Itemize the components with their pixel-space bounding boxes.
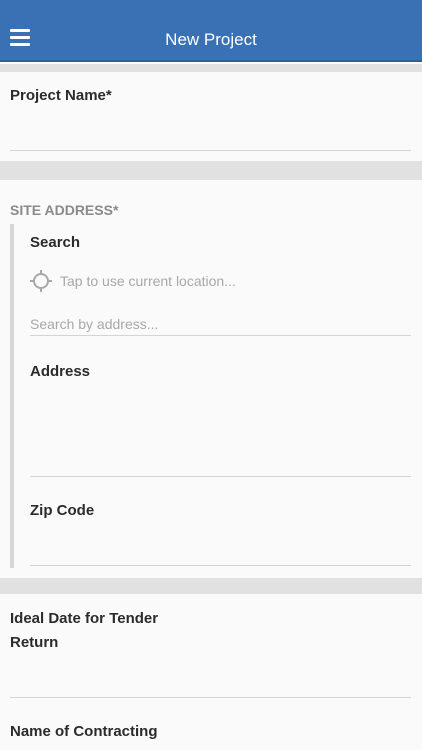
crosshair-location-icon <box>30 270 52 292</box>
site-address-section-label: SITE ADDRESS* <box>10 202 119 218</box>
zip-code-label: Zip Code <box>30 502 95 519</box>
ideal-date-label-line1: Ideal Date for Tender <box>10 610 159 627</box>
page-title: New Project <box>165 30 257 49</box>
ideal-date-input[interactable] <box>10 666 410 692</box>
address-label: Address <box>30 363 91 380</box>
project-name-underline <box>10 150 411 151</box>
ideal-date-underline <box>10 697 411 698</box>
ideal-date-label-line2: Return <box>10 634 59 651</box>
zip-code-input[interactable] <box>30 536 410 562</box>
project-name-label: Project Name* <box>10 87 112 104</box>
use-current-location-text: Tap to use current location... <box>60 273 236 289</box>
contracting-name-label: Name of Contracting <box>10 723 158 740</box>
address-underline <box>30 476 411 477</box>
section-divider <box>0 161 422 180</box>
section-divider <box>0 578 422 594</box>
address-search-input[interactable] <box>30 314 410 334</box>
search-label: Search <box>30 234 81 251</box>
use-current-location-button[interactable]: Tap to use current location... <box>30 268 390 294</box>
zip-code-underline <box>30 565 411 566</box>
address-textarea[interactable] <box>30 392 410 470</box>
project-name-input[interactable] <box>10 120 410 146</box>
site-address-group-bar <box>10 224 14 568</box>
section-divider <box>0 64 422 72</box>
app-header: New Project <box>0 0 422 62</box>
address-search-underline <box>30 335 411 336</box>
